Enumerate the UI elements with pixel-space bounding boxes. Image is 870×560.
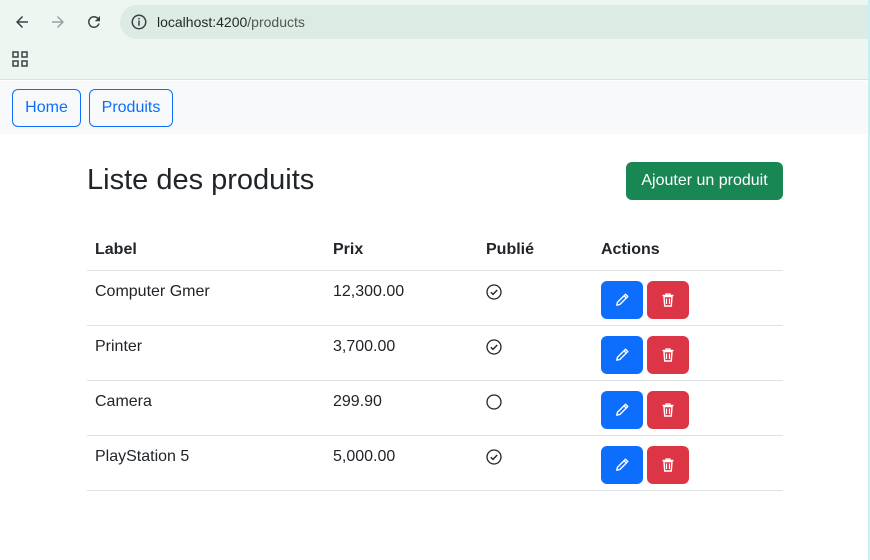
trash-icon (662, 347, 674, 362)
table-row: PlayStation 5 5,000.00 (87, 435, 783, 491)
header-publie: Publié (478, 230, 593, 271)
forward-arrow-icon (52, 16, 64, 28)
cell-prix: 3,700.00 (325, 325, 478, 381)
url-host: localhost:4200 (157, 14, 248, 30)
header-actions: Actions (593, 230, 783, 271)
apps-grid-icon[interactable] (12, 51, 28, 67)
cell-label: Computer Gmer (87, 270, 325, 326)
browser-toolbar: localhost:4200/products (0, 0, 870, 80)
pencil-icon (616, 293, 629, 306)
page-title: Liste des produits (87, 164, 315, 196)
edit-button[interactable] (601, 280, 643, 319)
table-header-row: Label Prix Publié Actions (87, 230, 783, 271)
check-circle-icon (486, 448, 502, 465)
edit-button[interactable] (601, 390, 643, 429)
header-label: Label (87, 230, 325, 271)
check-circle-icon (486, 283, 502, 300)
cell-label: PlayStation 5 (87, 435, 325, 491)
url-path: /products (247, 14, 305, 30)
reload-icon (88, 16, 100, 28)
delete-button[interactable] (647, 280, 689, 319)
reload-button[interactable] (80, 8, 108, 36)
table-row: Computer Gmer 12,300.00 (87, 270, 783, 326)
produits-button[interactable]: Produits (89, 89, 173, 127)
cell-prix: 12,300.00 (325, 270, 478, 326)
check-circle-icon (486, 338, 502, 355)
delete-button[interactable] (647, 335, 689, 374)
products-table: Label Prix Publié Actions Computer Gmer 1… (87, 230, 783, 491)
delete-button[interactable] (647, 390, 689, 429)
row-actions (601, 280, 775, 319)
table-row: Camera 299.90 (87, 380, 783, 436)
pencil-icon (616, 458, 629, 471)
cell-actions (593, 270, 783, 326)
pencil-icon (616, 403, 629, 416)
edit-button[interactable] (601, 445, 643, 484)
trash-icon (662, 402, 674, 417)
cell-prix: 299.90 (325, 380, 478, 436)
back-button[interactable] (8, 8, 36, 36)
row-actions (601, 335, 775, 374)
delete-button[interactable] (647, 445, 689, 484)
edit-button[interactable] (601, 335, 643, 374)
empty-circle-icon (486, 393, 502, 410)
cell-actions (593, 435, 783, 491)
pencil-icon (616, 348, 629, 361)
cell-actions (593, 325, 783, 381)
cell-publie (478, 380, 593, 436)
cell-publie (478, 435, 593, 491)
cell-actions (593, 380, 783, 436)
row-actions (601, 390, 775, 429)
url-text: localhost:4200/products (157, 14, 305, 30)
cell-publie (478, 325, 593, 381)
address-bar[interactable]: localhost:4200/products (120, 5, 870, 39)
header-prix: Prix (325, 230, 478, 271)
table-row: Printer 3,700.00 (87, 325, 783, 381)
site-info-icon[interactable] (130, 13, 148, 31)
cell-label: Camera (87, 380, 325, 436)
cell-prix: 5,000.00 (325, 435, 478, 491)
trash-icon (662, 457, 674, 472)
back-arrow-icon (16, 16, 28, 28)
cell-publie (478, 270, 593, 326)
app-navbar: Home Produits (0, 81, 870, 134)
forward-button[interactable] (44, 8, 72, 36)
home-button[interactable]: Home (12, 89, 81, 127)
row-actions (601, 445, 775, 484)
add-product-button[interactable]: Ajouter un produit (626, 162, 783, 200)
trash-icon (662, 292, 674, 307)
cell-label: Printer (87, 325, 325, 381)
